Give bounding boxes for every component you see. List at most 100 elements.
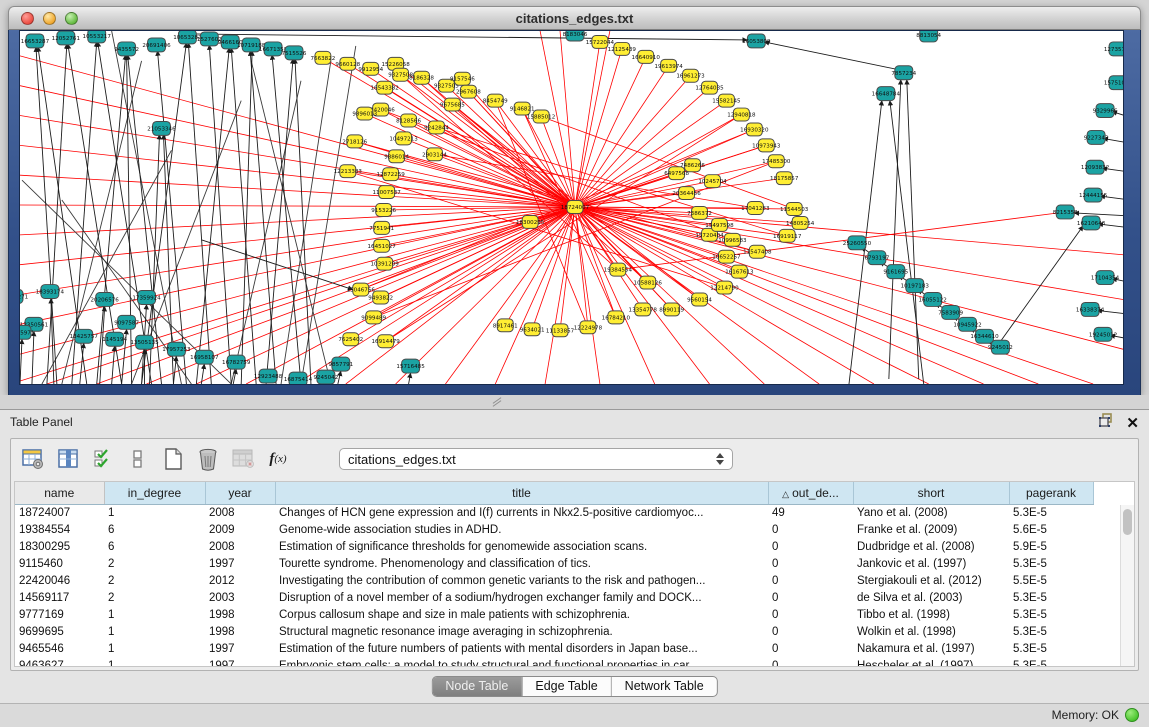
graph-node[interactable]: 18393174: [36, 285, 65, 299]
select-all-icon[interactable]: [91, 447, 115, 471]
graph-node[interactable]: 13354778: [629, 303, 658, 316]
graph-node[interactable]: 12224978: [574, 321, 603, 334]
graph-node[interactable]: 15751074: [1104, 76, 1123, 90]
table-row[interactable]: 977716911998Corpus callosum shape and si…: [15, 606, 1134, 623]
tab-edge-table[interactable]: Edge Table: [522, 677, 611, 696]
column-header-year[interactable]: year: [205, 482, 275, 504]
column-header-out-de-[interactable]: △out_de...: [768, 482, 853, 504]
table-row[interactable]: 946554611997Estimation of the future num…: [15, 640, 1134, 657]
graph-node[interactable]: 16875414: [284, 372, 313, 384]
memory-ok-icon[interactable]: [1125, 708, 1139, 722]
table-selector-dropdown[interactable]: citations_edges.txt: [339, 448, 733, 470]
column-header-pagerank[interactable]: pagerank: [1009, 482, 1093, 504]
graph-node[interactable]: 8215358: [1053, 205, 1078, 219]
tab-network-table[interactable]: Network Table: [612, 677, 717, 696]
graph-node[interactable]: 16784210: [602, 311, 631, 324]
graph-node[interactable]: 17359924: [132, 291, 161, 305]
delete-icon[interactable]: [196, 447, 220, 471]
rows-icon[interactable]: [126, 447, 150, 471]
graph-node[interactable]: 16053809: [742, 34, 771, 48]
graph-node[interactable]: 8183046: [563, 31, 588, 41]
graph-node[interactable]: 12940818: [727, 108, 756, 121]
graph-node[interactable]: 17104354: [1091, 271, 1120, 285]
graph-node[interactable]: 16167613: [725, 265, 754, 278]
graph-node[interactable]: 10553217: [83, 31, 112, 43]
graph-node[interactable]: 9634021: [520, 323, 545, 336]
graph-node[interactable]: 8990119: [659, 303, 684, 316]
graph-node[interactable]: 16648784: [872, 87, 901, 101]
graph-node[interactable]: 7583909: [938, 305, 963, 319]
float-panel-icon[interactable]: [1098, 413, 1114, 433]
graph-node[interactable]: 7751941: [369, 221, 394, 234]
table-row[interactable]: 1872400712008Changes of HCN gene express…: [15, 504, 1134, 521]
graph-node[interactable]: 9161695: [883, 265, 908, 279]
table-row[interactable]: 1456911722003Disruption of a novel membe…: [15, 589, 1134, 606]
graph-node[interactable]: 12764035: [695, 81, 724, 94]
graph-node[interactable]: 11547408: [743, 245, 772, 258]
graph-node[interactable]: 10588126: [634, 276, 663, 289]
graph-node[interactable]: 15582145: [712, 94, 741, 107]
graph-node[interactable]: 8917461: [493, 319, 518, 332]
graph-node[interactable]: 10197183: [901, 279, 930, 293]
column-header-name[interactable]: name: [15, 482, 104, 504]
graph-node[interactable]: 16919117: [773, 229, 802, 242]
graph-node[interactable]: 9245042: [313, 370, 338, 384]
graph-node[interactable]: 9146821: [510, 102, 535, 115]
graph-node[interactable]: 7663822: [310, 51, 335, 64]
graph-node[interactable]: 9245012: [988, 340, 1013, 354]
graph-node[interactable]: 16958107: [190, 350, 219, 364]
graph-node[interactable]: 7515526: [282, 46, 307, 60]
graph-node[interactable]: 16338374: [1076, 302, 1105, 316]
graph-node[interactable]: 2718126: [342, 135, 367, 148]
graph-node[interactable]: 16543382: [371, 81, 399, 94]
graph-node[interactable]: 8813054: [916, 31, 941, 42]
graph-node[interactable]: 9660128: [335, 57, 360, 70]
graph-node[interactable]: 1145194: [102, 332, 127, 346]
table-columns-icon[interactable]: [56, 447, 80, 471]
network-canvas[interactable]: 7663822966012899129541522605893275081654…: [19, 30, 1124, 385]
graph-node[interactable]: 7857234: [891, 66, 916, 80]
split-divider[interactable]: [0, 395, 1149, 409]
table-row[interactable]: 1830029562008Estimation of significance …: [15, 538, 1134, 555]
graph-node[interactable]: 16914479: [372, 335, 401, 348]
table-row[interactable]: 946362711997Embryonic stem cells: a mode…: [15, 657, 1134, 667]
graph-node[interactable]: 9857791: [328, 357, 353, 371]
graph-node[interactable]: 10245704: [698, 175, 727, 188]
table-row[interactable]: 911546021997Tourette syndrome. Phenomeno…: [15, 555, 1134, 572]
graph-node[interactable]: 16961273: [676, 69, 705, 82]
graph-node[interactable]: 17485300: [762, 155, 791, 168]
new-file-icon[interactable]: [161, 447, 185, 471]
graph-node[interactable]: 19245012: [1089, 327, 1117, 341]
graph-node[interactable]: 15716485: [396, 359, 425, 373]
graph-node[interactable]: 12052761: [52, 31, 81, 45]
graph-node[interactable]: 9912954: [358, 62, 383, 75]
scrollbar-thumb[interactable]: [1123, 509, 1132, 535]
graph-node[interactable]: 18175857: [770, 172, 799, 185]
tab-node-table[interactable]: Node Table: [432, 677, 522, 696]
graph-node[interactable]: 12093832: [1081, 160, 1109, 174]
graph-node[interactable]: 10391209: [371, 257, 400, 270]
graph-node[interactable]: 20364456: [672, 187, 701, 200]
graph-node[interactable]: 21644271: [20, 290, 29, 304]
function-icon[interactable]: f(x): [266, 447, 290, 471]
graph-node[interactable]: 9329966: [1093, 104, 1118, 118]
table-settings-icon[interactable]: [21, 447, 45, 471]
graph-node[interactable]: 19613974: [654, 59, 683, 72]
column-header-in-degree[interactable]: in_degree: [104, 482, 205, 504]
graph-node[interactable]: 16782759: [222, 355, 251, 369]
graph-node[interactable]: 20691406: [142, 38, 171, 52]
graph-node[interactable]: 6793197: [864, 251, 889, 265]
graph-node[interactable]: 17957253: [162, 342, 191, 356]
network-graph[interactable]: 7663822966012899129541522605893275081654…: [20, 31, 1123, 384]
graph-node[interactable]: 8454749: [483, 94, 508, 107]
graph-node[interactable]: 9435572: [114, 42, 139, 56]
graph-node[interactable]: 13505135: [130, 335, 159, 349]
graph-node[interactable]: 12213383: [334, 165, 363, 178]
graph-node[interactable]: 13425757: [70, 329, 99, 343]
divider-grip-icon[interactable]: [492, 398, 506, 406]
graph-node[interactable]: 2903144: [422, 148, 447, 161]
graph-node[interactable]: 9227343: [1084, 130, 1109, 144]
window-titlebar[interactable]: citations_edges.txt: [8, 6, 1141, 30]
graph-node[interactable]: 11544503: [780, 203, 809, 216]
graph-node[interactable]: 9242844: [424, 121, 449, 134]
